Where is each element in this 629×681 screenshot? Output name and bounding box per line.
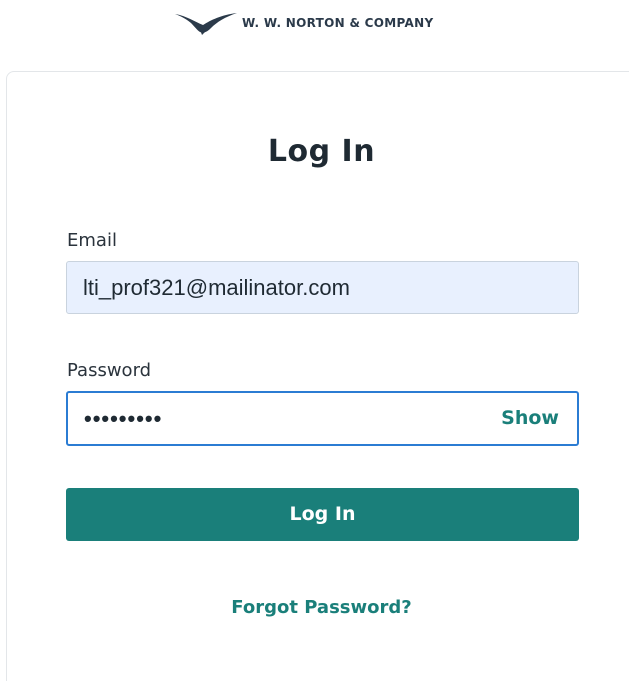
password-masked-value: ••••••••• (84, 406, 163, 431)
show-password-toggle[interactable]: Show (501, 393, 559, 444)
email-label: Email (67, 230, 117, 251)
forgot-password-link[interactable]: Forgot Password? (0, 597, 629, 618)
email-field[interactable]: lti_prof321@mailinator.com (66, 261, 579, 314)
brand-name: W. W. NORTON & COMPANY (242, 16, 434, 30)
seagull-icon (175, 13, 237, 35)
login-button[interactable]: Log In (66, 488, 579, 541)
password-field[interactable]: ••••••••• Show (66, 391, 579, 446)
login-page: W. W. NORTON & COMPANY Log In Email lti_… (0, 0, 629, 681)
brand-header: W. W. NORTON & COMPANY (173, 10, 433, 36)
password-label: Password (67, 360, 152, 381)
email-value: lti_prof321@mailinator.com (83, 275, 350, 300)
page-title: Log In (267, 134, 376, 169)
